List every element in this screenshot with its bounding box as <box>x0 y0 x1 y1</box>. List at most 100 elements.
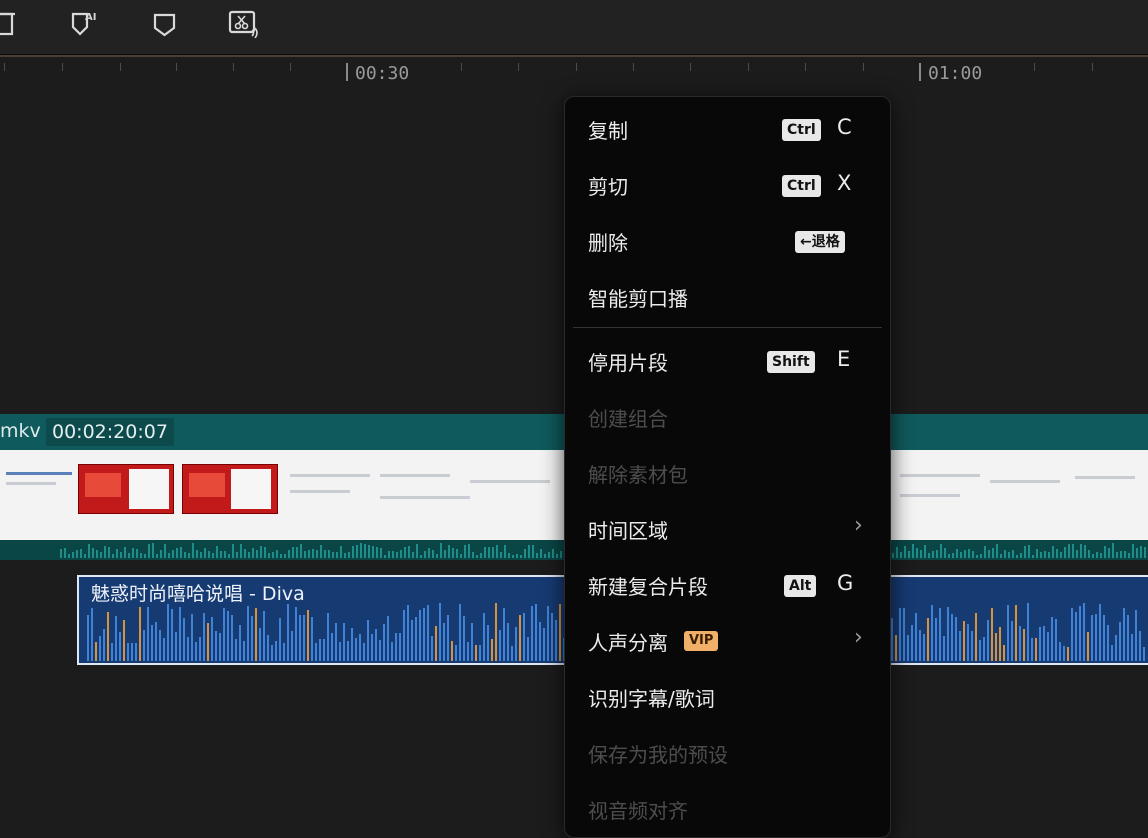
waveform-bar <box>379 640 381 661</box>
waveform-bar <box>339 642 341 661</box>
waveform-bar <box>144 554 146 558</box>
thumb-detail <box>380 474 450 477</box>
waveform-bar <box>120 552 122 558</box>
waveform-bar <box>344 553 346 558</box>
waveform-bar <box>963 620 965 661</box>
waveform-bar <box>292 546 294 558</box>
timeline-ruler[interactable]: 00:30 01:00 <box>0 55 1148 95</box>
waveform-bar <box>1063 645 1065 661</box>
waveform-bar <box>424 550 426 558</box>
waveform-bar <box>952 553 954 558</box>
waveform-bar <box>531 606 533 661</box>
waveform-bar <box>179 606 181 661</box>
waveform-bar <box>387 616 389 661</box>
waveform-bar <box>995 632 997 661</box>
waveform-bar <box>519 614 521 661</box>
waveform-bar <box>307 610 309 661</box>
waveform-bar <box>124 546 126 558</box>
waveform-bar <box>908 551 910 558</box>
waveform-bar <box>211 617 213 661</box>
ruler-tick <box>576 63 577 71</box>
waveform-bar <box>419 610 421 661</box>
thumb-detail <box>380 496 470 499</box>
ruler-top-line <box>0 55 1148 57</box>
waveform-bar <box>384 554 386 558</box>
menu-item-label: 剪切 <box>588 175 628 199</box>
menu-item-vocal-separation[interactable]: 人声分离 VIP › <box>588 623 868 659</box>
menu-item-label: 解除素材包 <box>588 463 688 487</box>
waveform-bar <box>988 549 990 558</box>
waveform-bar <box>944 548 946 558</box>
waveform-bar <box>140 552 142 558</box>
waveform-bar <box>99 635 101 661</box>
waveform-bar <box>475 644 477 661</box>
waveform-bar <box>268 553 270 558</box>
waveform-bar <box>552 549 554 558</box>
ruler-tick <box>62 63 63 71</box>
waveform-bar <box>1035 637 1037 661</box>
waveform-bar <box>308 549 310 558</box>
waveform-bar <box>923 633 925 661</box>
waveform-bar <box>524 548 526 558</box>
marker-icon[interactable] <box>150 8 180 38</box>
ai-marker-icon[interactable]: AI <box>68 8 98 38</box>
waveform-bar <box>1047 632 1049 661</box>
waveform-bar <box>207 622 209 661</box>
waveform-bar <box>91 607 93 661</box>
ruler-tick <box>748 63 749 71</box>
waveform-bar <box>1067 646 1069 661</box>
waveform-bar <box>108 547 110 558</box>
thumb-detail <box>290 474 370 477</box>
menu-item-cut[interactable]: 剪切 Ctrl X <box>588 167 868 203</box>
waveform-bar <box>1124 551 1126 558</box>
waveform-bar <box>204 548 206 558</box>
menu-item-copy[interactable]: 复制 Ctrl C <box>588 111 868 147</box>
waveform-bar <box>1107 625 1109 661</box>
menu-item-disable-clip[interactable]: 停用片段 Shift E <box>588 343 868 379</box>
waveform-bar <box>312 549 314 558</box>
waveform-bar <box>483 612 485 661</box>
shortcut-modifier: Ctrl <box>782 175 821 197</box>
menu-item-delete[interactable]: 删除 ←退格 <box>588 223 868 259</box>
ruler-tick <box>1092 63 1093 71</box>
waveform-bar <box>967 623 969 661</box>
context-menu: 复制 Ctrl C 剪切 Ctrl X 删除 ←退格 智能剪口播 停用片段 Sh… <box>564 96 891 838</box>
waveform-bar <box>276 549 278 558</box>
waveform-bar <box>540 549 542 558</box>
waveform-bar <box>1092 553 1094 558</box>
ruler-tick <box>120 63 121 71</box>
waveform-bar <box>236 552 238 558</box>
waveform-bar <box>303 614 305 661</box>
waveform-bar <box>360 543 362 558</box>
waveform-bar <box>955 617 957 661</box>
waveform-bar <box>471 622 473 661</box>
waveform-bar <box>403 609 405 661</box>
waveform-bar <box>224 550 226 558</box>
waveform-bar <box>84 554 86 558</box>
waveform-bar <box>355 638 357 661</box>
waveform-bar <box>412 551 414 558</box>
waveform-bar <box>152 543 154 558</box>
ruler-tick <box>4 63 5 71</box>
waveform-bar <box>347 640 349 661</box>
waveform-bar <box>136 549 138 558</box>
waveform-bar <box>240 544 242 558</box>
waveform-bar <box>275 641 277 661</box>
waveform-bar <box>468 544 470 558</box>
menu-item-time-range[interactable]: 时间区域 › <box>588 511 868 547</box>
menu-item-smart-cut[interactable]: 智能剪口播 <box>588 279 868 315</box>
waveform-bar <box>480 553 482 558</box>
menu-item-new-compound-clip[interactable]: 新建复合片段 Alt G <box>588 567 868 603</box>
waveform-bar <box>228 554 230 558</box>
menu-item-label: 停用片段 <box>588 351 668 375</box>
ruler-tick <box>233 63 234 71</box>
smart-cut-icon[interactable] <box>228 8 258 39</box>
waveform-bar <box>1019 625 1021 661</box>
menu-item-recognize-subtitles[interactable]: 识别字幕/歌词 <box>588 679 868 715</box>
delete-icon[interactable] <box>0 8 18 38</box>
waveform-bar <box>1139 631 1141 661</box>
shortcut-key: E <box>837 347 851 371</box>
waveform-bar <box>392 550 394 558</box>
ruler-tick <box>518 63 519 71</box>
waveform-bar <box>932 550 934 558</box>
